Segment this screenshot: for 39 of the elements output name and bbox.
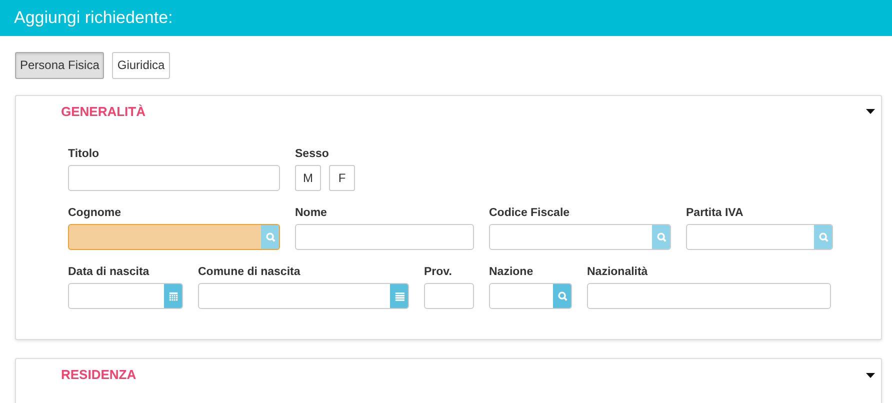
header-title: Aggiungi richiedente: [14, 7, 173, 30]
search-icon [656, 232, 666, 242]
list-icon [394, 290, 404, 302]
search-icon [556, 290, 568, 302]
section-title: RESIDENZA [61, 366, 136, 384]
input-field[interactable] [424, 283, 474, 310]
field-label: Prov. [424, 265, 453, 280]
input-field[interactable] [686, 224, 833, 250]
calendar-button[interactable] [164, 284, 182, 308]
field-label: Codice Fiscale [489, 206, 571, 221]
field-label: Sesso [295, 146, 330, 162]
search-icon [818, 232, 828, 242]
field-label: Data di nascita [68, 265, 150, 280]
input-field[interactable] [489, 283, 572, 310]
type-button[interactable]: Giuridica [112, 52, 170, 79]
field-label: Titolo [68, 146, 100, 162]
field-label: Nazione [489, 265, 534, 280]
input-field[interactable] [587, 283, 831, 310]
option-button[interactable]: F [329, 164, 355, 191]
option-button[interactable]: M [295, 164, 321, 191]
input-field[interactable] [295, 224, 474, 250]
list-button[interactable] [390, 284, 408, 308]
caret-icon[interactable] [866, 109, 875, 114]
input-field[interactable] [198, 283, 409, 310]
input-field[interactable] [489, 224, 671, 250]
field-label: Comune di nascita [198, 265, 302, 280]
input-field[interactable] [68, 224, 280, 250]
type-button[interactable]: Persona Fisica [15, 52, 104, 79]
search-button[interactable] [553, 284, 571, 308]
calendar-icon [168, 290, 178, 302]
field-label: Partita IVA [686, 206, 744, 221]
input-field[interactable] [68, 164, 280, 191]
section-title: GENERALITÀ [61, 103, 146, 121]
input-field[interactable] [68, 283, 183, 310]
field-label: Nazionalità [587, 265, 649, 280]
search-icon [264, 232, 276, 242]
caret-icon[interactable] [866, 372, 875, 378]
field-label: Cognome [68, 206, 122, 221]
field-label: Nome [295, 206, 328, 221]
